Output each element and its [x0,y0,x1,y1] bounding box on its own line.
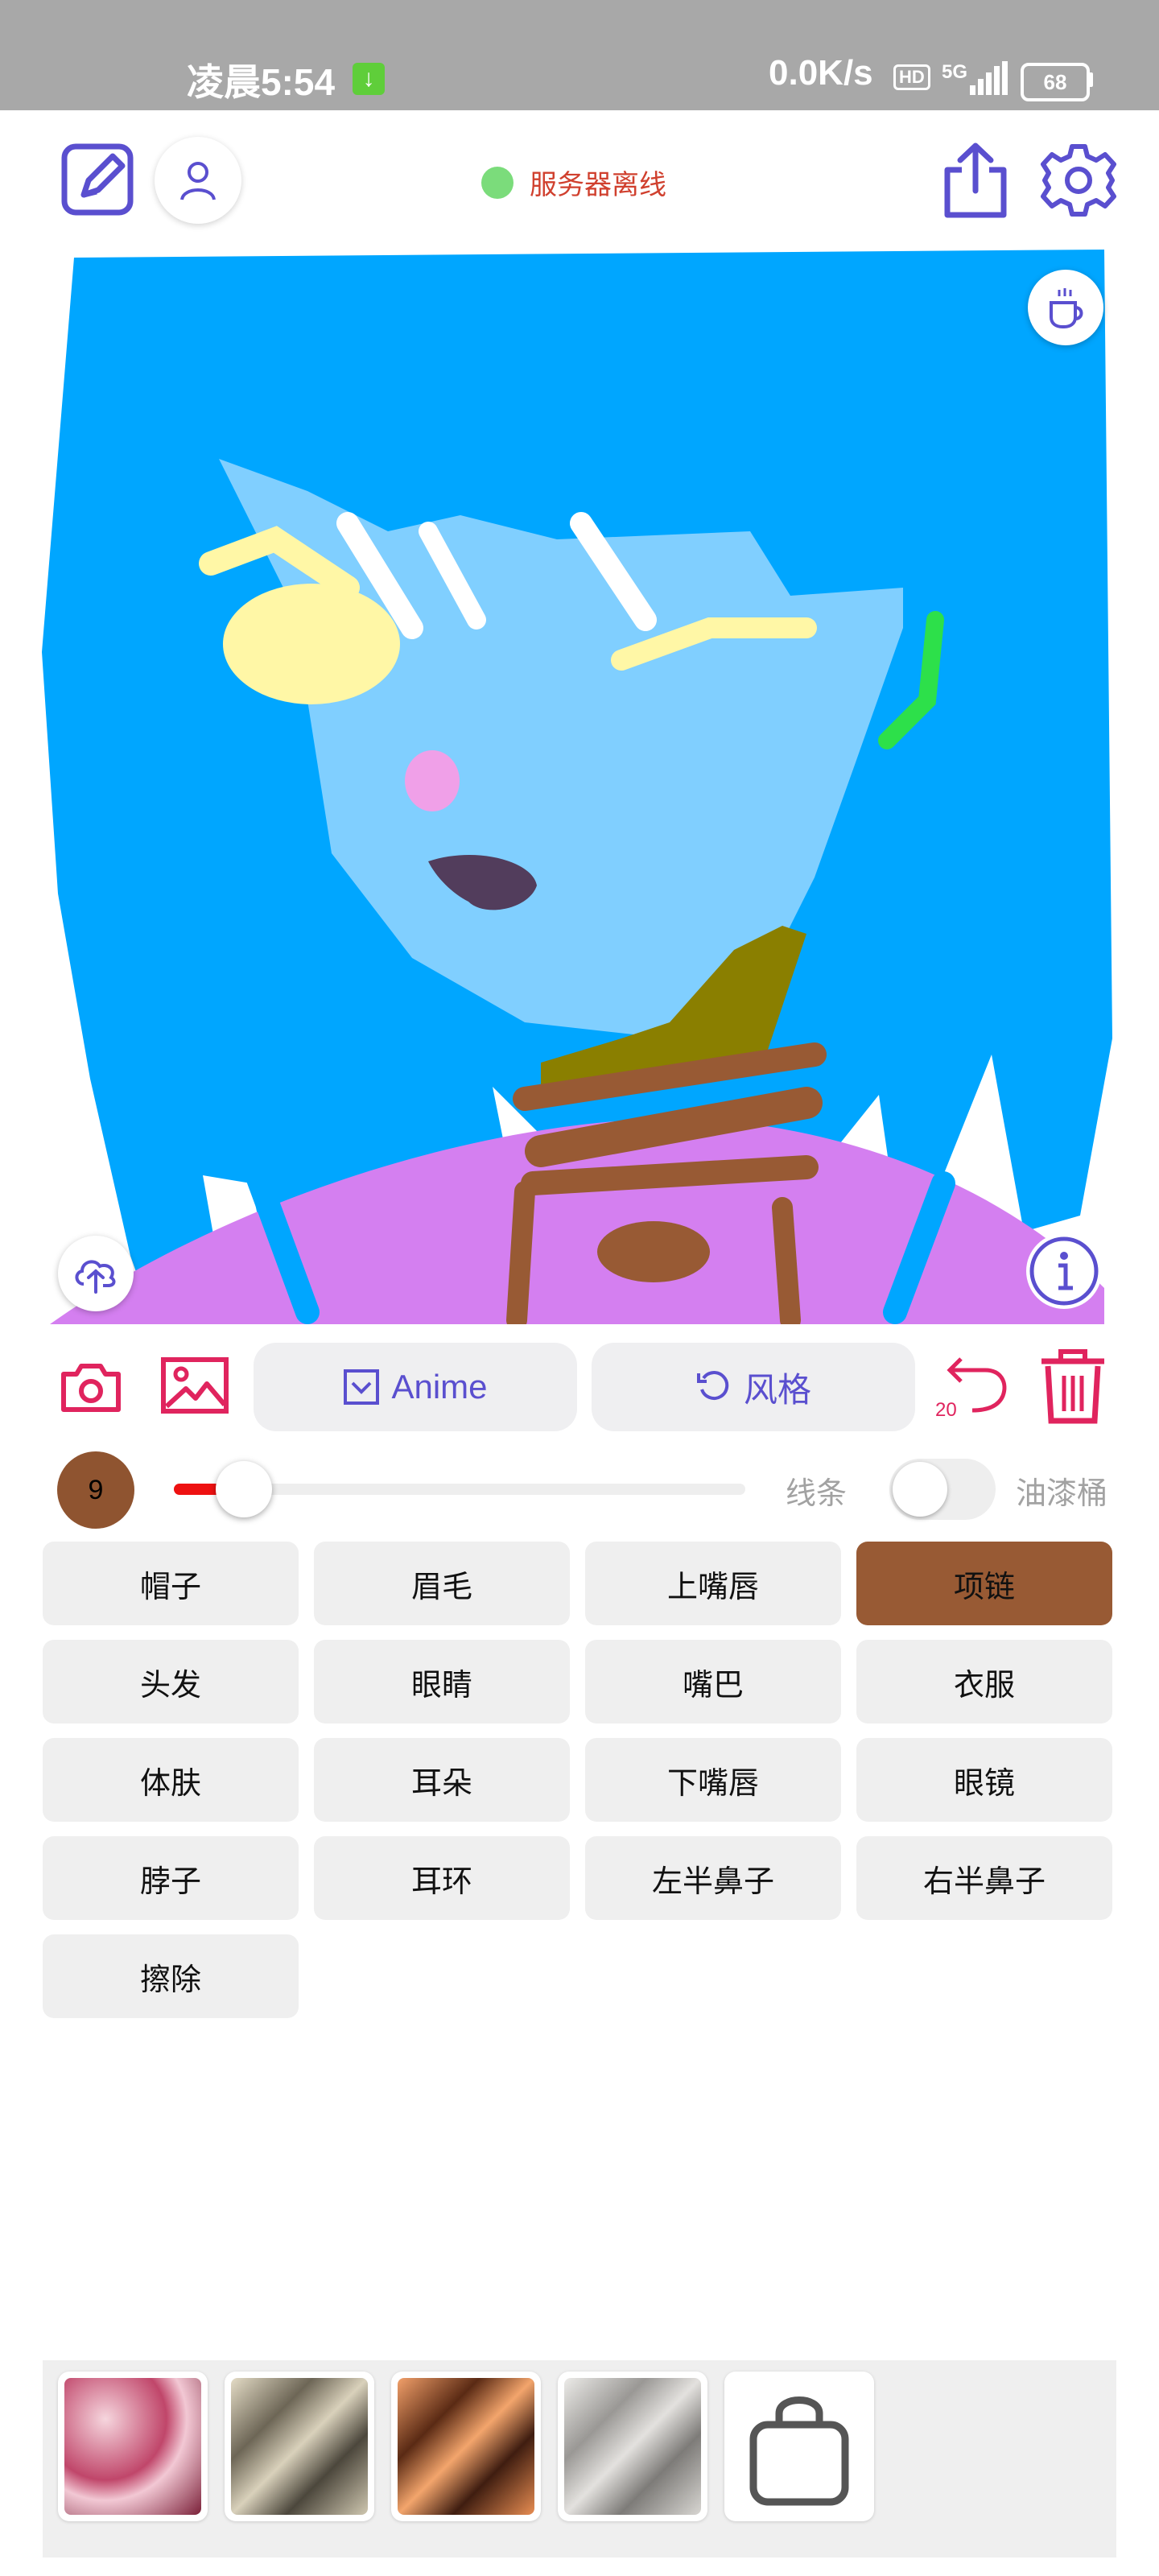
network-speed: 0.0K/s [769,53,873,93]
part-button-left-nose[interactable]: 左半鼻子 [585,1836,841,1920]
bucket-toggle-knob [893,1462,947,1517]
part-button-mouth[interactable]: 嘴巴 [585,1640,841,1724]
drawing-canvas[interactable] [42,250,1112,1324]
part-button-earrings[interactable]: 耳环 [314,1836,570,1920]
user-icon[interactable] [155,137,241,224]
trash-icon[interactable] [1034,1346,1112,1426]
style-thumb-2[interactable] [225,2372,374,2521]
model-select-button[interactable]: Anime [254,1343,577,1431]
battery-tip [1088,72,1093,87]
style-thumb-3[interactable] [391,2372,541,2521]
status-time: 凌晨5:54 [187,61,336,103]
refresh-icon [696,1371,729,1401]
part-button-glasses[interactable]: 眼镜 [856,1738,1112,1822]
share-icon[interactable] [940,140,1011,221]
chevron-box-icon [344,1369,380,1405]
hd-badge: HD [893,64,930,90]
part-button-clothes[interactable]: 衣服 [856,1640,1112,1724]
gear-icon[interactable] [1038,140,1119,221]
style-thumb-1[interactable] [58,2372,208,2521]
part-button-neck[interactable]: 脖子 [43,1836,299,1920]
server-status-text: 服务器离线 [530,170,666,200]
style-thumb-4[interactable] [558,2372,707,2521]
camera-icon[interactable] [58,1354,124,1420]
model-label: Anime [391,1368,488,1406]
undo-button[interactable]: 20 [934,1352,1014,1425]
info-icon[interactable] [1026,1233,1102,1309]
download-arrow-icon: ↓ [353,63,385,95]
part-button-ears[interactable]: 耳朵 [314,1738,570,1822]
cloud-upload-icon[interactable] [58,1236,134,1311]
style-label: 风格 [743,1370,811,1409]
part-button-skin[interactable]: 体肤 [43,1738,299,1822]
image-icon[interactable] [159,1352,230,1418]
part-button-eyes[interactable]: 眼睛 [314,1640,570,1724]
brush-size-slider-thumb[interactable] [216,1461,272,1517]
server-status: 服务器离线 [481,163,666,202]
part-button-right-nose[interactable]: 右半鼻子 [856,1836,1112,1920]
part-button-erase[interactable]: 擦除 [43,1934,299,2018]
part-button-eyebrows[interactable]: 眉毛 [314,1542,570,1625]
coffee-cup-icon[interactable] [1028,270,1103,345]
drawing-artwork [42,250,1112,1324]
style-refresh-button[interactable]: 风格 [592,1343,915,1431]
part-button-lower-lip[interactable]: 下嘴唇 [585,1738,841,1822]
status-bar: 凌晨5:54 ↓ 0.0K/s HD 5G 68 [0,0,1159,110]
line-mode-label: 线条 [786,1477,848,1511]
brush-size-indicator: 9 [57,1451,134,1529]
shopping-bag-icon[interactable] [724,2372,874,2521]
part-button-hat[interactable]: 帽子 [43,1542,299,1625]
server-status-dot [481,166,514,199]
bucket-mode-label: 油漆桶 [1016,1477,1108,1511]
pencil-square-icon[interactable] [58,138,138,219]
part-button-upper-lip[interactable]: 上嘴唇 [585,1542,841,1625]
bucket-toggle[interactable] [889,1459,996,1520]
battery-indicator: 68 [1021,63,1090,101]
undo-count: 20 [935,1399,957,1421]
part-button-hair[interactable]: 头发 [43,1640,299,1724]
part-button-necklace[interactable]: 项链 [856,1542,1112,1625]
signal-bars-icon [970,61,1008,95]
